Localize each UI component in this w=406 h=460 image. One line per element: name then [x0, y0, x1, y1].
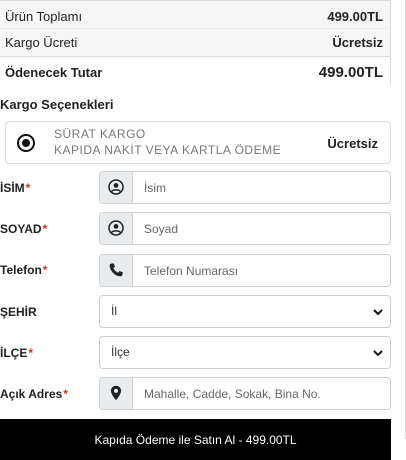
phone-label: Telefon*: [0, 263, 48, 277]
map-marker-icon: [110, 385, 122, 401]
name-input[interactable]: [133, 172, 390, 203]
city-select-value: İl: [111, 304, 117, 318]
address-label: Açık Adres*: [0, 387, 68, 401]
shipping-fee-label: Kargo Ücreti: [5, 35, 78, 50]
surname-label: SOYAD*: [0, 222, 48, 236]
shipping-option-name: SÜRAT KARGO: [54, 127, 146, 141]
city-label: ŞEHİR: [0, 305, 37, 319]
name-field: [99, 171, 391, 204]
shipping-options-title: Kargo Seçenekleri: [0, 97, 114, 112]
shipping-option-surat-kargo[interactable]: SÜRAT KARGO KAPIDA NAKİT VEYA KARTLA ÖDE…: [5, 121, 391, 164]
total-value: 499.00TL: [318, 64, 383, 81]
phone-icon: [109, 263, 123, 277]
name-label: İSİM*: [0, 181, 31, 195]
district-select-value: İlçe: [111, 345, 130, 359]
chevron-down-icon: [373, 309, 383, 316]
required-marker: *: [42, 263, 48, 277]
required-marker: *: [25, 181, 31, 195]
shipping-fee-value: Ücretsiz: [332, 35, 383, 50]
user-icon: [108, 220, 124, 236]
surname-input[interactable]: [133, 213, 390, 244]
required-marker: *: [28, 346, 34, 360]
district-select[interactable]: İlçe: [99, 336, 391, 369]
surname-addon: [100, 213, 133, 244]
chevron-down-icon: [373, 350, 383, 357]
total-label: Ödenecek Tutar: [5, 65, 103, 80]
required-marker: *: [63, 387, 68, 401]
name-addon: [100, 172, 133, 203]
subtotal-label: Ürün Toplamı: [5, 9, 83, 24]
city-select[interactable]: İl: [99, 295, 391, 328]
shipping-radio-selected[interactable]: [17, 134, 35, 152]
shipping-option-description: KAPIDA NAKİT VEYA KARTLA ÖDEME: [54, 143, 282, 157]
shipping-fee-row: Kargo Ücreti Ücretsiz: [0, 29, 390, 57]
district-label: İLÇE*: [0, 346, 34, 360]
user-icon: [108, 179, 124, 195]
subtotal-value: 499.00TL: [327, 9, 383, 24]
order-summary: Ürün Toplamı 499.00TL Kargo Ücreti Ücret…: [0, 0, 391, 87]
phone-addon: [100, 255, 133, 286]
phone-input[interactable]: [133, 255, 390, 286]
total-row: Ödenecek Tutar 499.00TL: [0, 57, 390, 87]
submit-order-button[interactable]: Kapıda Ödeme ile Satın Al - 499.00TL: [0, 419, 391, 460]
phone-field: [99, 254, 391, 287]
address-input[interactable]: [133, 378, 390, 409]
subtotal-row: Ürün Toplamı 499.00TL: [0, 1, 390, 29]
address-field: [99, 377, 391, 410]
surname-field: [99, 212, 391, 245]
required-marker: *: [42, 222, 48, 236]
address-addon: [100, 378, 133, 409]
shipping-option-price: Ücretsiz: [327, 136, 378, 151]
